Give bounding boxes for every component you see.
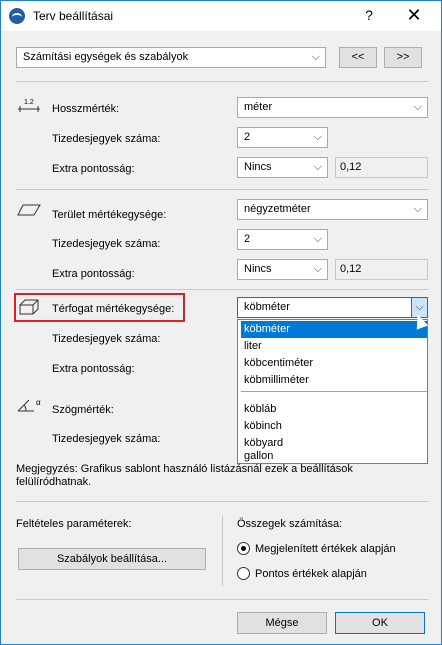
length-ruler-icon: 1.2 (18, 99, 40, 112)
area-unit-select[interactable]: négyzetméter ⌵ (237, 199, 428, 220)
angle-unit-label: Szögmérték: (52, 404, 114, 416)
dropdown-option-kobinch[interactable]: köbinch (241, 418, 427, 435)
length-extra-select[interactable]: Nincs ⌵ (237, 157, 328, 178)
note-text: Megjegyzés: Grafikus sablont használó li… (16, 463, 353, 488)
length-unit-label: Hosszmérték: (52, 103, 120, 115)
prev-button[interactable]: << (339, 47, 377, 68)
rules-settings-button[interactable]: Szabályok beállítása... (18, 548, 206, 570)
volume-unit-label: Térfogat mértékegysége: (52, 303, 175, 315)
volume-unit-select[interactable]: köbméter ⌵ (237, 297, 428, 318)
angle-decimals-label: Tizedesjegyek száma: (52, 433, 161, 445)
radio-displayed-values[interactable] (237, 542, 250, 555)
length-extra-label: Extra pontosság: (52, 163, 135, 175)
help-button[interactable]: ? (359, 7, 379, 25)
radio-displayed-values-label[interactable]: Megjelenített értékek alapján (255, 543, 396, 555)
length-extra-preview: 0,12 (335, 157, 428, 178)
divider (16, 189, 428, 190)
length-decimals-label: Tizedesjegyek száma: (52, 133, 161, 145)
conditional-params-label: Feltételes paraméterek: (16, 518, 132, 530)
area-extra-select[interactable]: Nincs ⌵ (237, 259, 328, 280)
dialog-window: Terv beállításai ? ✕ Számítási egységek … (0, 0, 442, 645)
chevron-down-icon: ⌵ (413, 101, 422, 113)
svg-text:α: α (36, 398, 41, 407)
cancel-button[interactable]: Mégse (237, 612, 327, 634)
next-button[interactable]: >> (384, 47, 422, 68)
dropdown-option-liter[interactable]: liter (241, 338, 427, 355)
archicad-logo-icon (9, 8, 25, 24)
divider (16, 289, 428, 290)
window-title: Terv beállításai (33, 9, 114, 23)
chevron-down-icon: ⌵ (313, 161, 322, 173)
divider (16, 599, 428, 600)
area-decimals-label: Tizedesjegyek száma: (52, 238, 161, 250)
dropdown-option-kobmeter[interactable]: köbméter (241, 321, 427, 338)
length-unit-select[interactable]: méter ⌵ (237, 97, 428, 118)
volume-unit-dropdown[interactable]: köbméter liter köbcentiméter köbmillimét… (237, 319, 428, 464)
vertical-divider (222, 516, 223, 586)
dropdown-option-kobcentimeter[interactable]: köbcentiméter (241, 355, 427, 372)
dropdown-separator (241, 391, 427, 392)
chevron-down-icon: ⌵ (313, 263, 322, 275)
ok-button[interactable]: OK (335, 612, 425, 634)
angle-icon: α (17, 398, 41, 412)
svg-text:1.2: 1.2 (24, 99, 34, 106)
dropdown-option-koblab[interactable]: köbláb (241, 401, 427, 418)
volume-cube-icon (19, 299, 39, 315)
dropdown-option-kobmillimeter[interactable]: köbmilliméter (241, 372, 427, 389)
area-icon (17, 204, 41, 216)
area-unit-label: Terület mértékegysége: (52, 209, 167, 221)
area-extra-label: Extra pontosság: (52, 268, 135, 280)
radio-exact-values-label[interactable]: Pontos értékek alapján (255, 568, 367, 580)
title-bar: Terv beállításai ? ✕ (1, 1, 441, 31)
chevron-down-icon: ⌵ (313, 131, 322, 143)
length-decimals-select[interactable]: 2 ⌵ (237, 127, 328, 148)
area-extra-preview: 0,12 (335, 259, 428, 280)
divider (16, 81, 428, 82)
close-button[interactable]: ✕ (399, 4, 429, 26)
radio-exact-values[interactable] (237, 567, 250, 580)
chevron-down-icon: ⌵ (413, 203, 422, 215)
chevron-down-icon: ⌵ (311, 51, 320, 63)
sums-label: Összegek számítása: (237, 518, 343, 530)
volume-decimals-label: Tizedesjegyek száma: (52, 333, 161, 345)
volume-extra-label: Extra pontosság: (52, 363, 135, 375)
chevron-down-icon: ⌵ (313, 233, 322, 245)
divider (16, 501, 428, 502)
area-decimals-select[interactable]: 2 ⌵ (237, 229, 328, 250)
category-select[interactable]: Számítási egységek és szabályok ⌵ (16, 47, 326, 68)
